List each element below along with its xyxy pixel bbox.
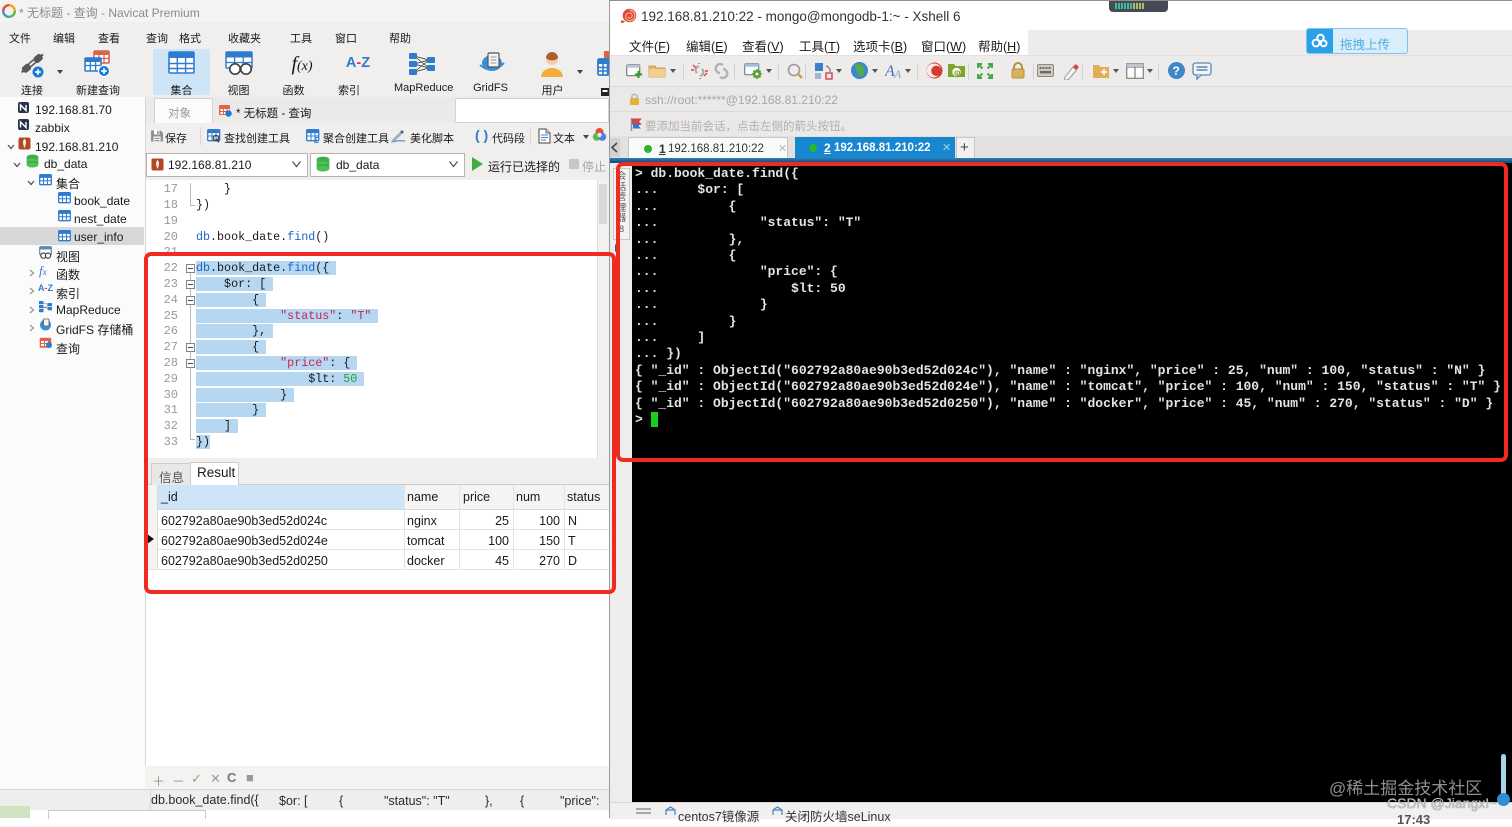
svg-text:?: ?: [1173, 64, 1180, 78]
svg-text:φ: φ: [954, 68, 961, 78]
svg-text:A: A: [893, 67, 902, 80]
svg-text:Σ: Σ: [314, 136, 319, 144]
